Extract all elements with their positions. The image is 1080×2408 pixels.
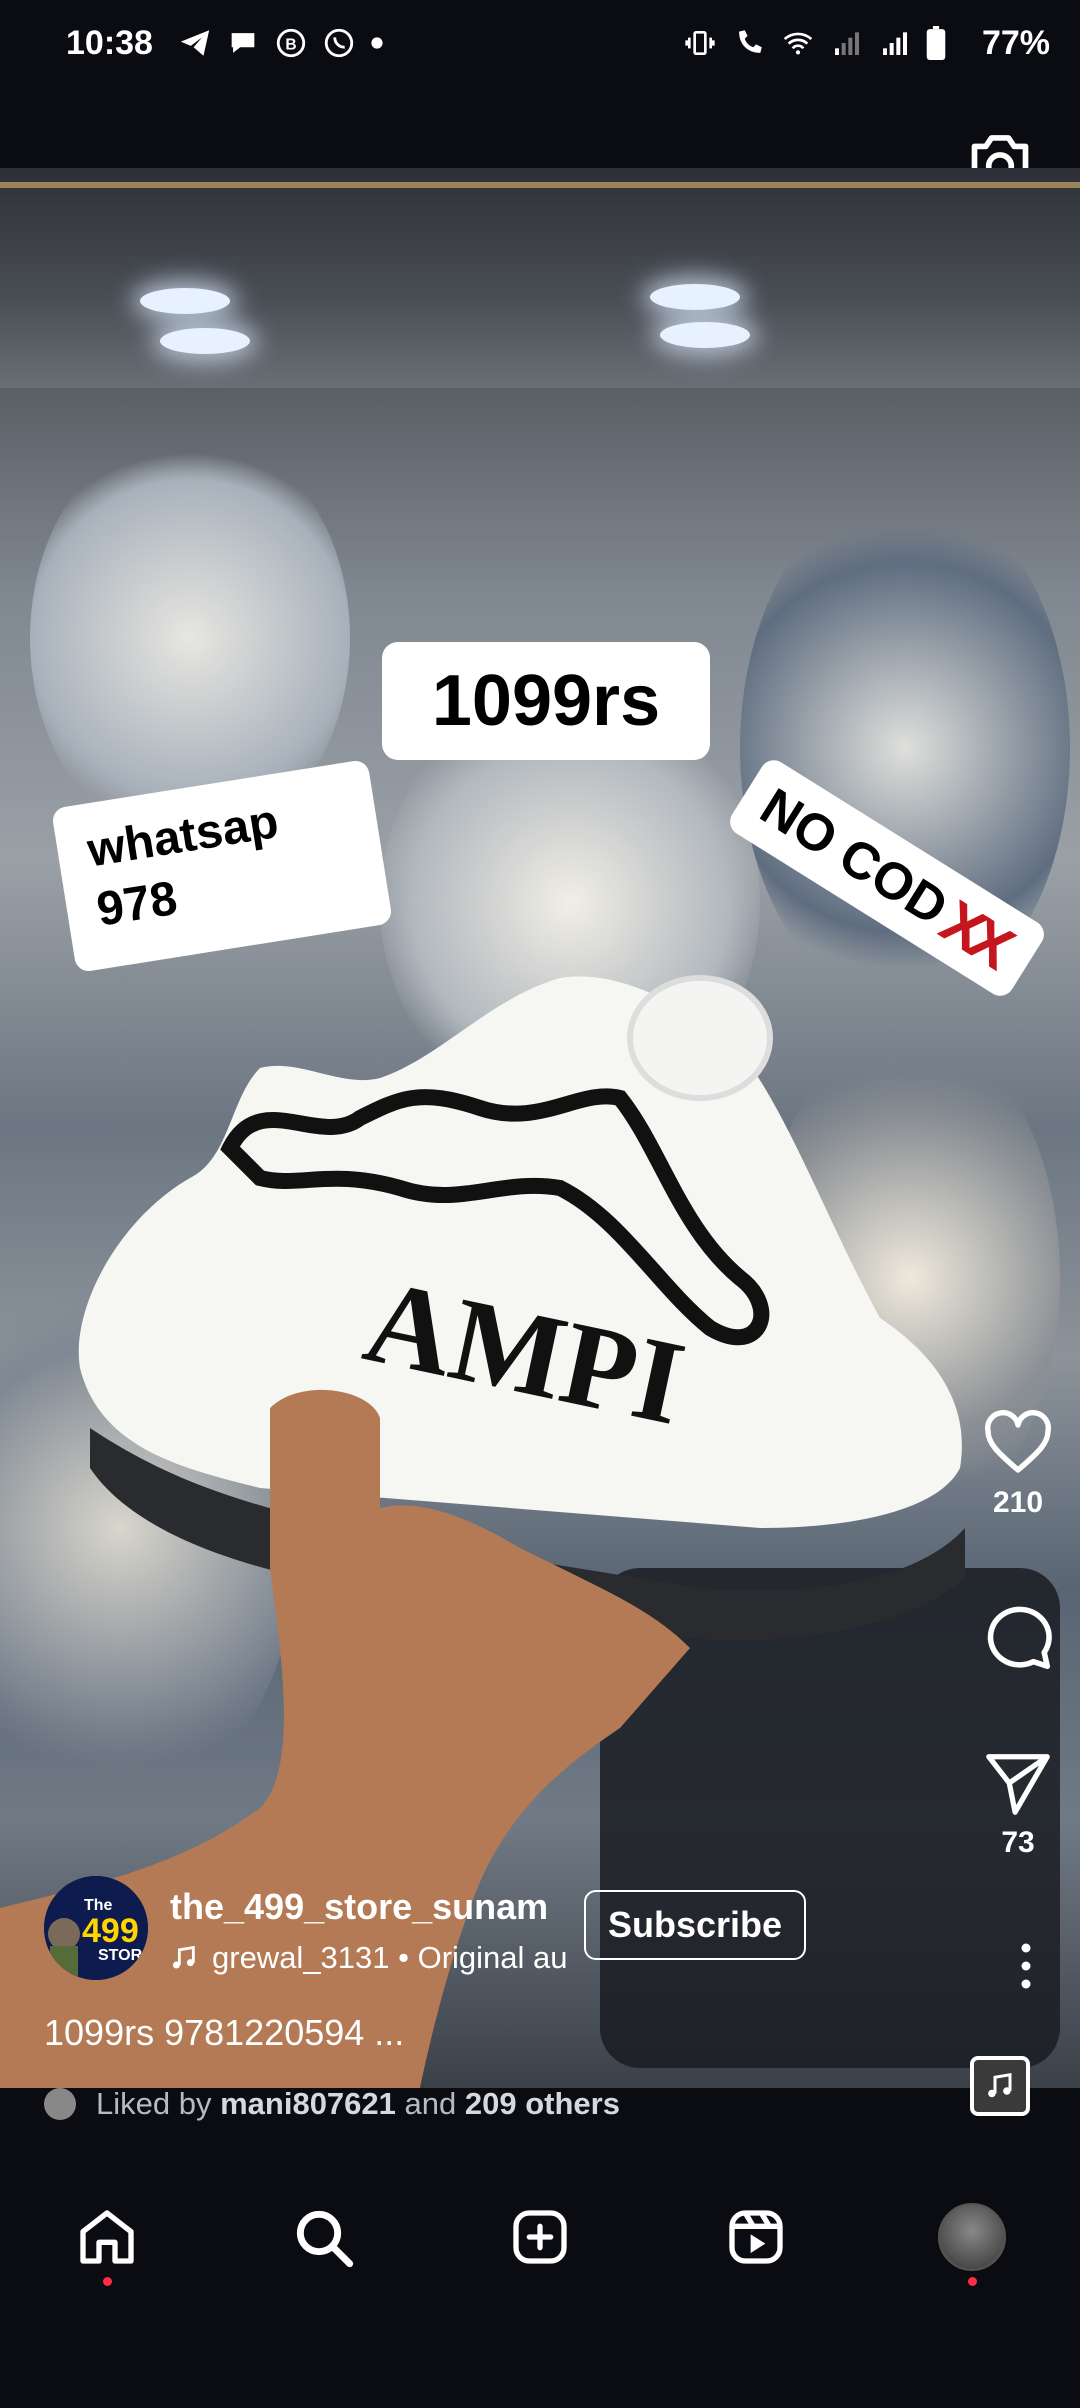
home-notification-dot: [103, 2277, 112, 2286]
comment-action[interactable]: [980, 1600, 1056, 1674]
audio-link[interactable]: grewal_3131 • Original au: [170, 1940, 570, 1976]
wifi-icon: [783, 32, 813, 55]
profile-notification-dot: [968, 2277, 977, 2286]
comment-icon[interactable]: [981, 1600, 1055, 1674]
status-left-icons: B: [178, 26, 384, 60]
vibrate-icon: [685, 31, 715, 55]
status-time: 10:38: [66, 24, 153, 62]
like-count: 210: [992, 1486, 1044, 1519]
store-logo-icon: The 499 STOR: [44, 1876, 148, 1980]
author-row: The 499 STOR the_499_store_sunam Subscri…: [44, 1872, 944, 1982]
music-note-icon: [172, 1945, 195, 1969]
reel-caption[interactable]: 1099rs 9781220594 ...: [44, 2012, 404, 2054]
battery-percent: 77%: [981, 24, 1050, 62]
signal-weak-icon: [835, 32, 859, 55]
avatar-text-mid: 499: [82, 1912, 139, 1950]
nav-profile[interactable]: [937, 2202, 1007, 2286]
battery-icon: [926, 26, 946, 60]
nav-home[interactable]: [72, 2202, 142, 2286]
chat-bubble-icon: [231, 33, 255, 53]
author-username[interactable]: the_499_store_sunam: [170, 1886, 548, 1928]
search-icon: [296, 2210, 354, 2268]
liked-by-row[interactable]: Liked by mani807621 and 209 others: [44, 2086, 620, 2122]
status-bar: 10:38 B 77%: [0, 0, 1080, 90]
author-avatar[interactable]: The 499 STOR: [44, 1876, 148, 1980]
create-icon: [513, 2210, 567, 2264]
share-count: 73: [1001, 1826, 1035, 1859]
subscribe-button[interactable]: Subscribe: [584, 1890, 806, 1960]
bottom-navigation: [0, 2170, 1080, 2300]
liked-by-prefix: Liked by: [96, 2086, 212, 2121]
liked-by-user[interactable]: mani807621: [220, 2086, 396, 2121]
notification-dot-icon: [371, 37, 383, 49]
ceiling-light-strip: [0, 182, 1080, 188]
audio-thumbnail[interactable]: [970, 2056, 1030, 2116]
ceiling-light: [140, 288, 230, 314]
whatsapp-icon: [324, 28, 354, 58]
send-icon[interactable]: [983, 1750, 1053, 1816]
price-sticker: 1099rs: [382, 642, 710, 760]
nav-search[interactable]: [288, 2202, 358, 2272]
signal-icon: [883, 32, 907, 55]
ceiling-light: [650, 284, 740, 310]
b-messenger-icon: B: [276, 28, 306, 58]
svg-text:B: B: [285, 36, 296, 53]
wifi-calling-icon: [739, 30, 762, 53]
gesture-area: [0, 2300, 1080, 2408]
ceiling-light: [160, 328, 250, 354]
more-options-icon[interactable]: [1020, 1942, 1032, 1990]
like-action[interactable]: 210: [980, 1410, 1056, 1520]
liker-avatar: [44, 2088, 76, 2120]
telegram-icon: [180, 30, 210, 56]
reel-video[interactable]: AMPI 1099rs whatsap 978 NO COD XX: [0, 168, 1080, 2088]
nav-reels[interactable]: [721, 2202, 791, 2272]
nav-create[interactable]: [505, 2202, 575, 2272]
avatar-text-bottom: STOR: [98, 1947, 143, 1964]
audio-label: grewal_3131 • Original au: [212, 1940, 568, 1975]
liked-by-middle: and: [404, 2086, 457, 2121]
heart-icon[interactable]: [981, 1410, 1055, 1476]
reels-icon: [729, 2210, 783, 2264]
home-icon: [80, 2210, 134, 2264]
ceiling-light: [660, 322, 750, 348]
profile-avatar: [938, 2203, 1006, 2271]
ceiling: [0, 168, 1080, 388]
status-right-icons: [682, 26, 946, 60]
liked-by-others[interactable]: 209 others: [465, 2086, 620, 2121]
music-note-icon: [988, 2072, 1012, 2098]
share-action[interactable]: 73: [980, 1750, 1056, 1860]
